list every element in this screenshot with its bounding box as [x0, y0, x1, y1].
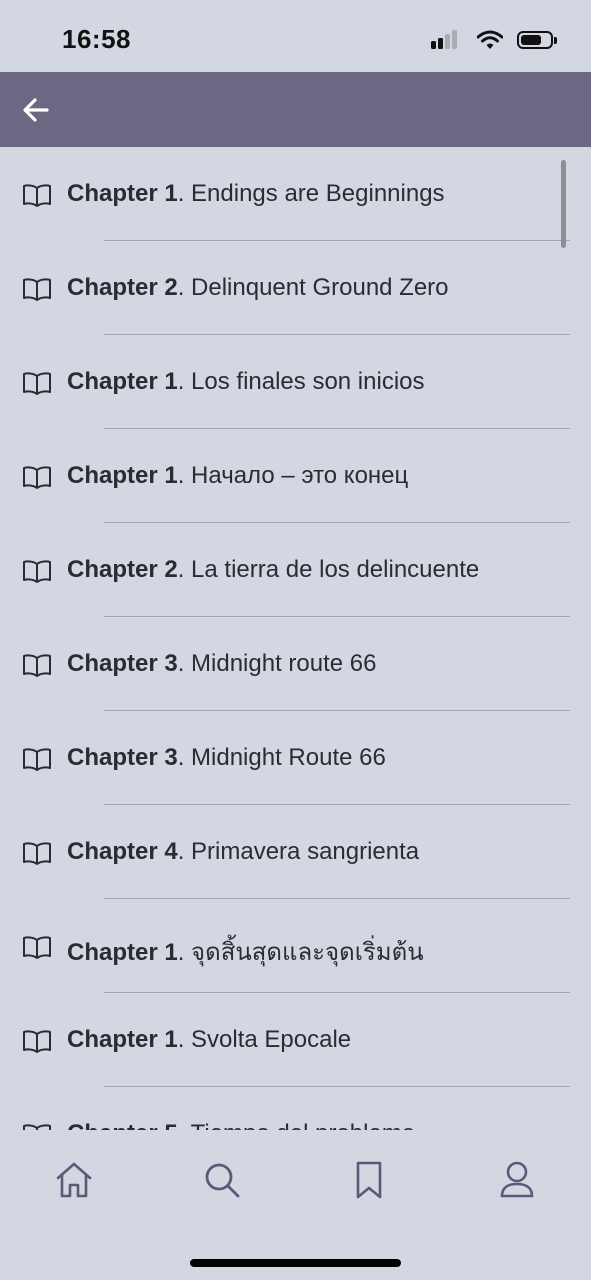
book-icon: [23, 654, 51, 677]
chapter-row[interactable]: Chapter 4. Primavera sangrienta: [0, 805, 591, 899]
chapter-title: . จุดสิ้นสุดและจุดเริ่มต้น: [177, 939, 424, 966]
chapter-number: Chapter 5: [67, 1120, 178, 1130]
profile-button[interactable]: [495, 1158, 539, 1202]
book-icon: [23, 1030, 51, 1053]
chapter-row[interactable]: Chapter 1. Endings are Beginnings: [0, 147, 591, 241]
chapter-row[interactable]: Chapter 1. จุดสิ้นสุดและจุดเริ่มต้น: [0, 899, 591, 993]
chapter-number: Chapter 3: [67, 650, 178, 677]
book-icon: [23, 560, 51, 583]
chapter-title: . Svolta Epocale: [177, 1026, 352, 1053]
status-time: 16:58: [62, 24, 131, 54]
app-header: [0, 72, 591, 147]
battery-icon: [517, 31, 557, 49]
status-icons: [431, 28, 557, 52]
search-button[interactable]: [200, 1158, 244, 1202]
chapter-number: Chapter 1: [67, 939, 178, 966]
book-icon: [23, 748, 51, 771]
chapter-title: . Los finales son inicios: [177, 368, 425, 395]
chapter-title: . La tierra de los delincuente: [177, 556, 480, 583]
chapter-title: . Tiempo del problema: [178, 1120, 415, 1130]
chapter-list[interactable]: Chapter 1. Endings are Beginnings Chapte…: [0, 147, 591, 1130]
search-icon: [205, 1163, 240, 1198]
chapter-number: Chapter 2: [67, 274, 178, 301]
chapter-row[interactable]: Chapter 3. Midnight Route 66: [0, 711, 591, 805]
cellular-signal-icon: [431, 30, 463, 50]
chapter-title: . Midnight Route 66: [177, 744, 386, 771]
book-icon: [23, 842, 51, 865]
bottom-nav: [0, 1130, 591, 1280]
chapter-row[interactable]: Chapter 2. La tierra de los delincuente: [0, 523, 591, 617]
chapter-row[interactable]: Chapter 1. Los finales son inicios: [0, 335, 591, 429]
bookmark-icon: [356, 1161, 382, 1199]
chapter-title: . Primavera sangrienta: [177, 838, 420, 865]
book-icon: [23, 1124, 51, 1130]
chapter-row[interactable]: Chapter 3. Midnight route 66: [0, 617, 591, 711]
chapter-title: . Delinquent Ground Zero: [177, 274, 449, 301]
chapter-number: Chapter 1: [67, 180, 178, 207]
chapter-row[interactable]: Chapter 1. Svolta Epocale: [0, 993, 591, 1087]
book-icon: [23, 278, 51, 301]
chapter-row[interactable]: Chapter 1. Начало – это конец: [0, 429, 591, 523]
chapter-number: Chapter 4: [67, 838, 178, 865]
arrow-left-icon: [23, 98, 49, 122]
chapter-number: Chapter 1: [67, 462, 178, 489]
status-bar: 16:58: [0, 0, 591, 72]
wifi-icon: [477, 30, 503, 49]
book-icon: [23, 466, 51, 489]
back-button[interactable]: [18, 92, 54, 128]
chapter-title: . Endings are Beginnings: [177, 180, 445, 207]
book-icon: [23, 184, 51, 207]
chapter-row[interactable]: Chapter 5. Tiempo del problema: [0, 1087, 591, 1130]
chapter-number: Chapter 3: [67, 744, 178, 771]
chapter-number: Chapter 1: [67, 368, 178, 395]
book-icon: [23, 372, 51, 395]
chapter-number: Chapter 2: [67, 556, 178, 583]
home-indicator: [190, 1259, 401, 1267]
profile-icon: [500, 1161, 534, 1198]
home-icon: [56, 1162, 92, 1198]
chapter-row[interactable]: Chapter 2. Delinquent Ground Zero: [0, 241, 591, 335]
chapter-number: Chapter 1: [67, 1026, 178, 1053]
bookmark-button[interactable]: [347, 1158, 391, 1202]
chapter-title: . Начало – это конец: [177, 462, 409, 489]
chapter-title: . Midnight route 66: [177, 650, 377, 677]
scrollbar-thumb[interactable]: [561, 160, 566, 248]
home-button[interactable]: [52, 1158, 96, 1202]
book-icon: [23, 936, 51, 959]
